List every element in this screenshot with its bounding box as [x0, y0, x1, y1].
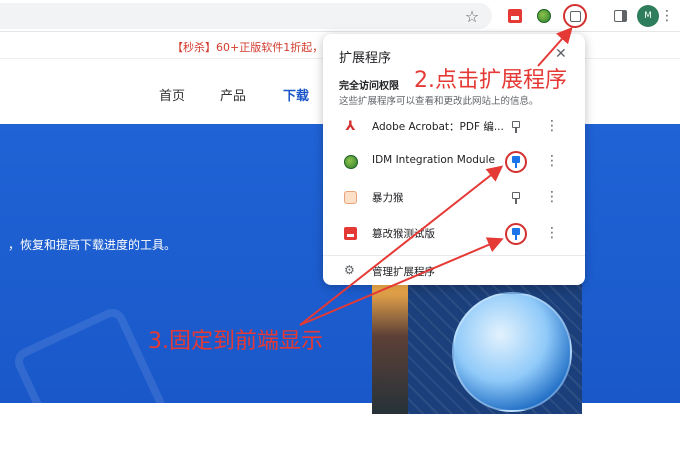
hero-decoration: [10, 304, 170, 464]
promo-text[interactable]: 【秒杀】60+正版软件1折起，今日: [172, 39, 345, 55]
pin-icon: [512, 228, 520, 240]
globe-image: [452, 292, 572, 412]
extension-name: Adobe Acrobat：PDF 编...: [372, 121, 504, 133]
more-options-button[interactable]: ⋮: [545, 223, 559, 245]
pin-icon: [512, 156, 520, 168]
idm-toolbar-icon[interactable]: [534, 6, 554, 26]
menu-icon[interactable]: ⋮: [660, 6, 674, 26]
manage-extensions-row[interactable]: ⚙ 管理扩展程序: [323, 260, 585, 282]
more-options-button[interactable]: ⋮: [545, 187, 559, 209]
extension-row-idm[interactable]: IDM Integration Module ⋮: [323, 145, 585, 179]
annotation-step2: 2.点击扩展程序: [414, 68, 567, 93]
more-options-button[interactable]: ⋮: [545, 151, 559, 173]
nav-product[interactable]: 产品: [220, 85, 246, 104]
divider: [323, 255, 585, 256]
address-bar[interactable]: [0, 3, 492, 29]
extension-row-tampermonkey[interactable]: 篡改猴测试版 ⋮: [323, 217, 585, 251]
acrobat-icon: ⅄: [345, 119, 356, 134]
section-title: 完全访问权限: [339, 81, 399, 92]
avatar[interactable]: M: [637, 5, 659, 27]
extensions-puzzle-icon[interactable]: [563, 4, 587, 28]
gear-icon: ⚙: [344, 263, 355, 277]
extension-row-violentmonkey[interactable]: 暴力猴 ⋮: [323, 181, 585, 215]
annotation-step3: 3.固定到前端显示: [148, 329, 323, 354]
pin-icon: [512, 192, 520, 204]
nav-download[interactable]: 下载: [283, 85, 309, 104]
product-box-image: [372, 284, 582, 414]
section-desc: 这些扩展程序可以查看和更改此网站上的信息。: [339, 96, 539, 107]
idm-icon: [343, 154, 358, 169]
pin-button[interactable]: [505, 223, 527, 245]
extension-row-acrobat[interactable]: ⅄ Adobe Acrobat：PDF 编... ⋮: [323, 110, 585, 144]
pin-icon: [512, 121, 520, 133]
star-icon[interactable]: ☆: [462, 6, 482, 26]
tampermonkey-toolbar-icon[interactable]: [505, 6, 525, 26]
pin-button[interactable]: [505, 116, 527, 138]
pin-button[interactable]: [505, 187, 527, 209]
popup-title: 扩展程序: [339, 51, 392, 66]
browser-toolbar: ☆ M ⋮: [0, 0, 680, 32]
extension-name: 暴力猴: [372, 192, 404, 204]
violentmonkey-icon: [343, 190, 358, 205]
extension-name: 篡改猴测试版: [372, 228, 435, 240]
extension-name: IDM Integration Module: [372, 154, 495, 166]
pin-button[interactable]: [505, 151, 527, 173]
product-spine: [372, 284, 408, 414]
hero-tagline: ，恢复和提高下载进度的工具。: [8, 238, 177, 252]
tampermonkey-icon: [343, 226, 358, 241]
manage-extensions-label: 管理扩展程序: [372, 266, 435, 278]
close-icon[interactable]: ✕: [555, 46, 567, 62]
more-options-button[interactable]: ⋮: [545, 116, 559, 138]
side-panel-icon[interactable]: [610, 6, 630, 26]
nav-home[interactable]: 首页: [159, 85, 185, 104]
